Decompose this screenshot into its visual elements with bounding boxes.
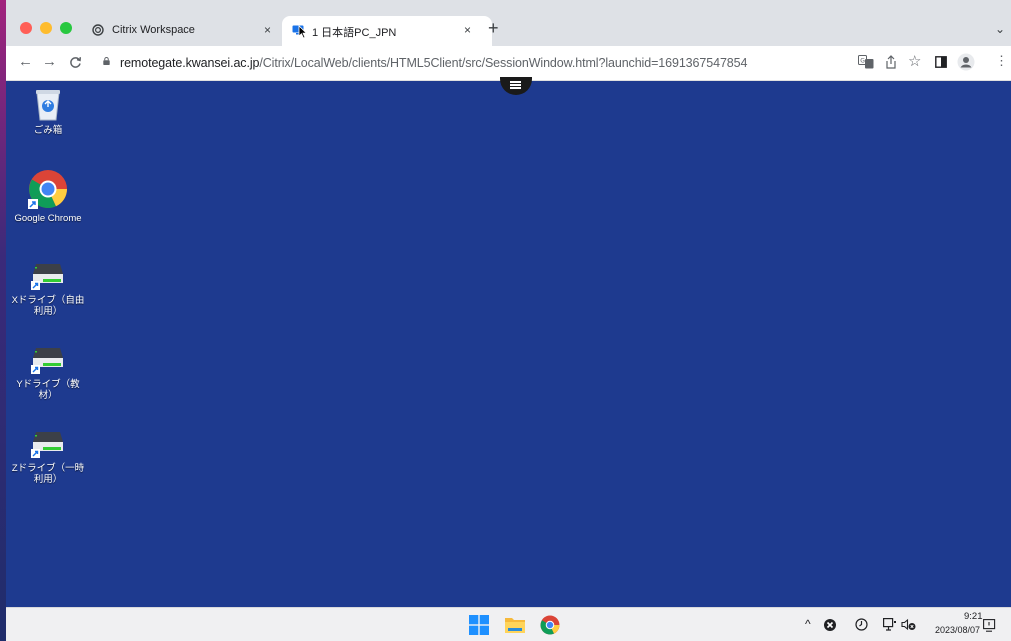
session-toolbar-handle[interactable] (500, 77, 532, 95)
forward-button[interactable]: → (42, 53, 57, 70)
network-drive-icon (31, 264, 63, 290)
url-text: remotegate.kwansei.ac.jp/Citrix/LocalWeb… (120, 56, 747, 70)
reload-icon[interactable] (69, 56, 82, 69)
recycle-bin-icon (36, 90, 60, 121)
citrix-icon (92, 24, 104, 36)
tab-title: 1 日本語PC_JPN (312, 27, 397, 39)
browser-toolbar: ← → remotegate.kwansei.ac.jp/Citrix/Loca… (6, 46, 1011, 81)
tab-session-window[interactable]: 1 日本語PC_JPN × (282, 16, 492, 46)
desktop-icon-z-drive[interactable]: Zドライブ（一時利用） (10, 429, 86, 485)
remote-desktop[interactable]: ごみ箱 Google Chrome Xドライブ（自由利用） Yドライブ（教材） … (6, 77, 1011, 607)
close-window-button[interactable] (20, 22, 32, 34)
desktop-icon-label: Zドライブ（一時利用） (11, 463, 85, 485)
url-host: remotegate.kwansei.ac.jp (120, 56, 260, 70)
clock-time[interactable]: 9:21 (964, 611, 983, 622)
tray-overflow-chevron-icon[interactable]: ^ (805, 617, 811, 631)
tab-citrix-workspace[interactable]: Citrix Workspace × (82, 16, 282, 46)
minimize-window-button[interactable] (40, 22, 52, 34)
desktop-icon-y-drive[interactable]: Yドライブ（教材） (10, 345, 86, 401)
chrome-icon (28, 170, 67, 209)
windows-start-icon[interactable] (469, 615, 489, 635)
browser-window: Citrix Workspace × 1 日本語PC_JPN × + ⌄ ← → (0, 0, 1011, 641)
lock-icon (103, 57, 110, 65)
clock-date[interactable]: 2023/08/07 (935, 625, 980, 635)
file-explorer-icon[interactable] (504, 615, 526, 635)
network-drive-icon (31, 348, 63, 374)
tab-title: Citrix Workspace (112, 24, 195, 36)
side-panel-icon[interactable] (935, 56, 947, 68)
desktop-icon-label: Google Chrome (14, 213, 82, 224)
desktop-icon-google-chrome[interactable]: Google Chrome (10, 169, 86, 224)
mouse-cursor-icon (298, 25, 308, 39)
back-button[interactable]: ← (18, 53, 33, 70)
tab-close-button[interactable]: × (464, 23, 471, 37)
hamburger-icon (510, 81, 521, 83)
tab-close-button[interactable]: × (264, 23, 271, 37)
profile-avatar-icon[interactable] (957, 53, 975, 71)
share-icon[interactable] (885, 55, 897, 69)
chrome-taskbar-icon[interactable] (540, 615, 560, 635)
desktop-icon-x-drive[interactable]: Xドライブ（自由利用） (10, 261, 86, 317)
browser-menu-icon[interactable]: ⋮ (995, 53, 1008, 69)
desktop-icon-label: Yドライブ（教材） (16, 379, 80, 401)
network-drive-icon (31, 432, 63, 458)
notifications-icon[interactable] (983, 619, 997, 632)
desktop-icon-label: Xドライブ（自由利用） (11, 295, 85, 317)
translate-icon[interactable]: G (858, 55, 874, 69)
zoom-window-button[interactable] (60, 22, 72, 34)
citrix-status-icon[interactable] (824, 619, 836, 631)
speaker-muted-icon[interactable] (901, 618, 916, 631)
taskbar: ^ 9:21 2023/08/07 (6, 607, 1011, 641)
tab-strip: Citrix Workspace × 1 日本語PC_JPN × + ⌄ (6, 10, 1011, 46)
network-display-icon[interactable] (883, 618, 897, 631)
svg-text:G: G (860, 58, 865, 65)
desktop-icon-recycle-bin[interactable]: ごみ箱 (10, 87, 86, 136)
bookmark-star-icon[interactable]: ☆ (908, 52, 921, 70)
new-tab-button[interactable]: + (488, 18, 499, 39)
tab-search-button[interactable]: ⌄ (995, 22, 1005, 36)
desktop-icon-label: ごみ箱 (33, 125, 63, 136)
address-bar[interactable]: remotegate.kwansei.ac.jp/Citrix/LocalWeb… (94, 50, 930, 76)
clock-sync-icon[interactable] (855, 618, 868, 631)
url-path: /Citrix/LocalWeb/clients/HTML5Client/src… (259, 56, 748, 70)
